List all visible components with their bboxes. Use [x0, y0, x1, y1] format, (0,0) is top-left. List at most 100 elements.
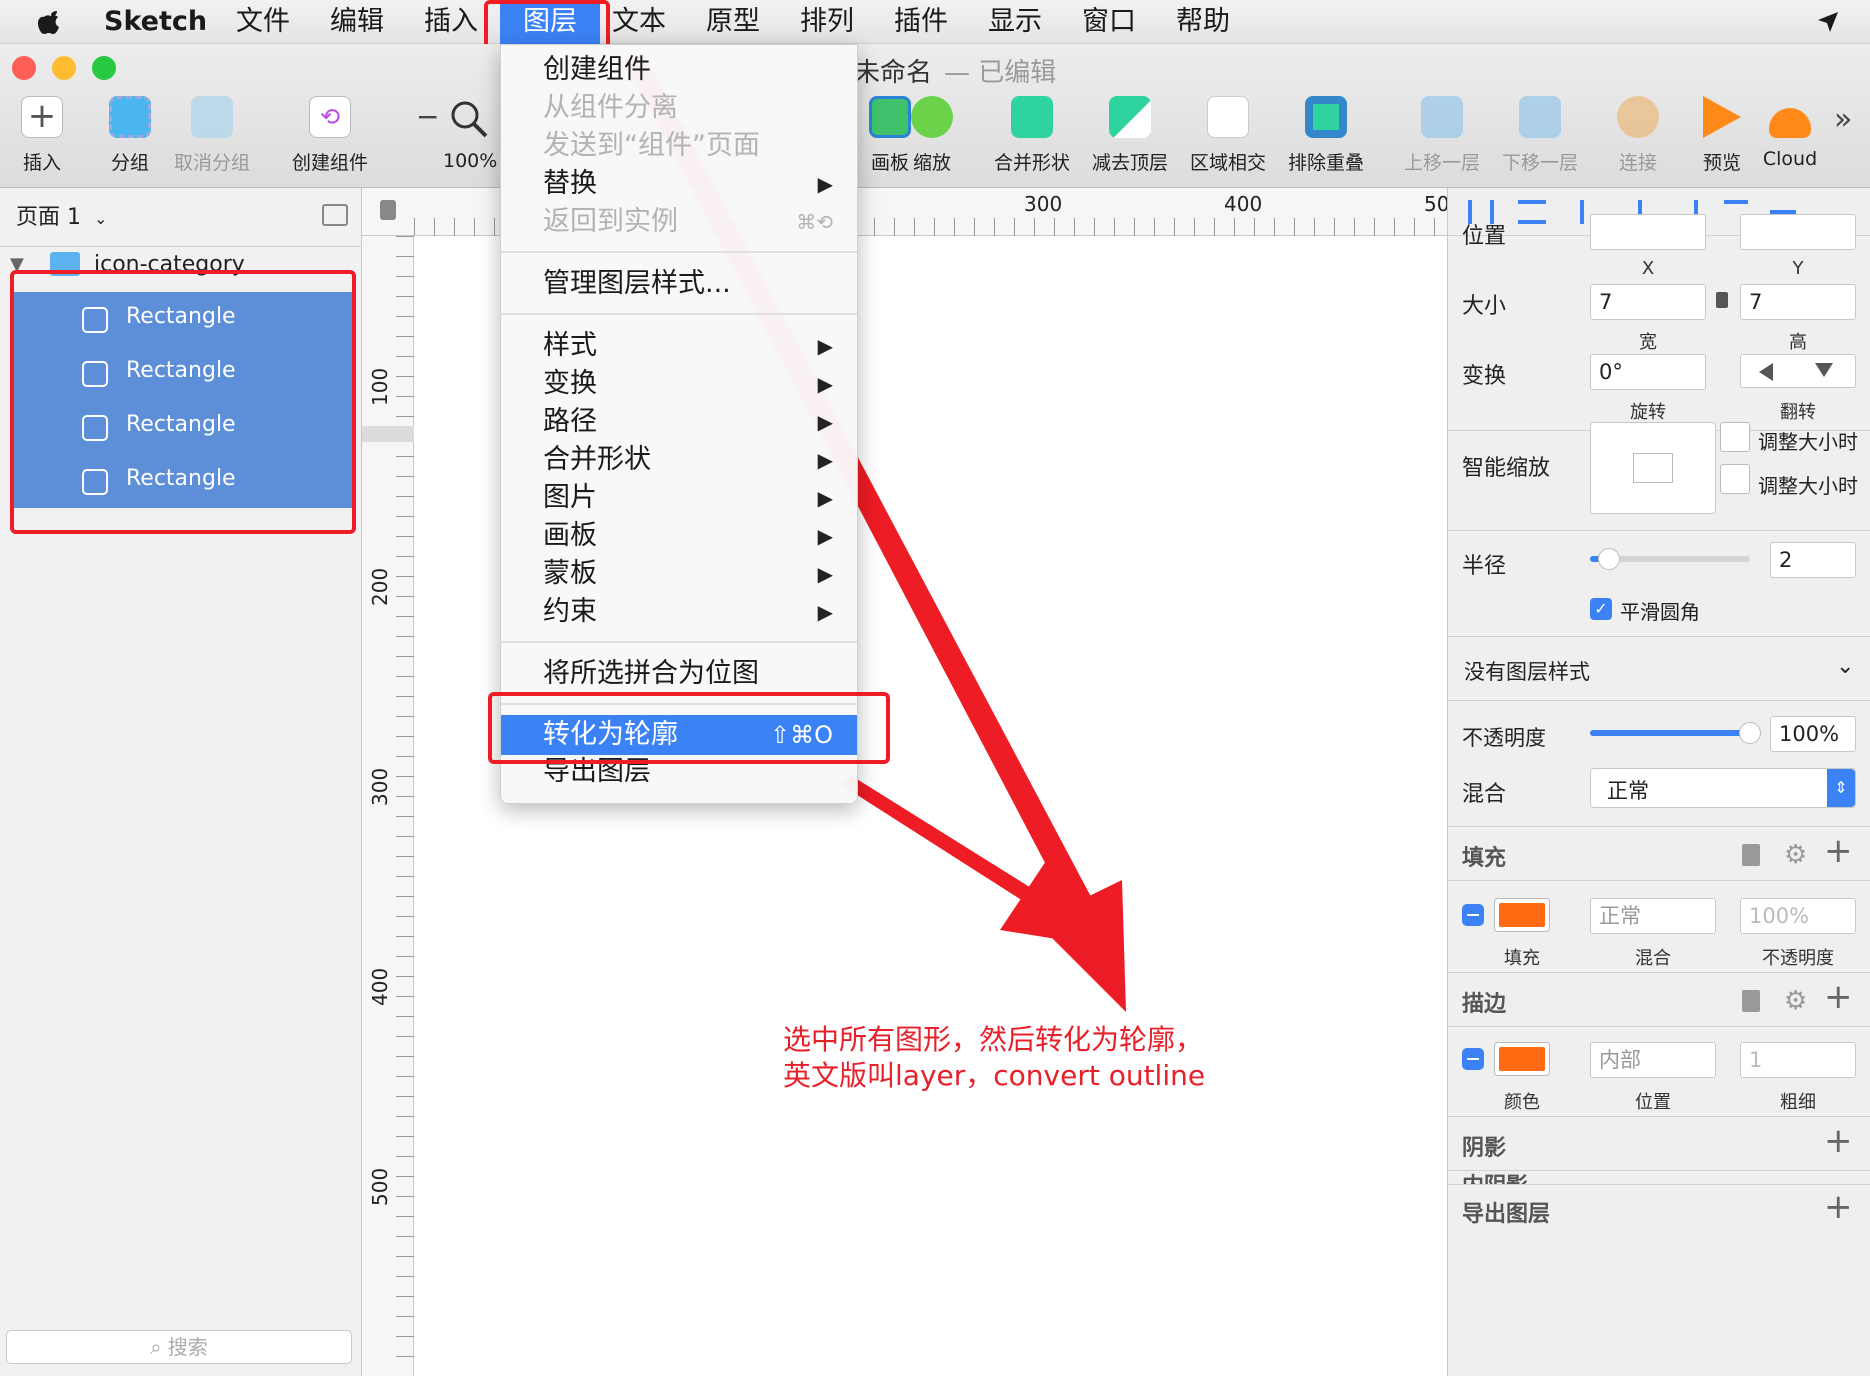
divider [1448, 636, 1870, 637]
divider [1448, 880, 1870, 881]
inner-shadows-header-clip: 内阴影 [1448, 1170, 1870, 1184]
gear-icon[interactable]: ⚙ [1784, 986, 1807, 1016]
menu-item-reset-to-instance: 返回到实例 [543, 206, 678, 237]
radius-slider[interactable] [1590, 548, 1750, 570]
flip-buttons[interactable] [1740, 354, 1856, 388]
fix-height-toggle[interactable] [1720, 464, 1750, 494]
y-label: Y [1792, 258, 1804, 279]
border-thickness-input[interactable]: 1 [1740, 1042, 1856, 1078]
blend-label: 混合 [1462, 782, 1507, 807]
transform-label: 变换 [1462, 364, 1507, 389]
menu-item-constraints[interactable]: 约束 [543, 595, 597, 629]
layer-style-dropdown[interactable]: 没有图层样式 ⌄ [1448, 638, 1870, 700]
fill-opacity-input[interactable]: 100% [1740, 898, 1856, 934]
trash-icon[interactable] [1742, 990, 1760, 1012]
menu-item-path[interactable]: 路径 [543, 405, 597, 439]
convert-outline-highlight-box [488, 692, 890, 764]
add-shadow-icon[interactable]: + [1824, 1124, 1853, 1158]
divider [1448, 972, 1870, 973]
submenu-arrow-icon: ▶ [817, 562, 833, 586]
opacity-slider[interactable] [1590, 722, 1761, 744]
menu-item-image[interactable]: 图片 [543, 481, 597, 515]
fix-width-toggle[interactable] [1720, 422, 1750, 452]
border-color [1499, 1047, 1545, 1071]
flip-vertical-icon[interactable] [1815, 363, 1833, 377]
submenu-arrow-icon: ▶ [817, 524, 833, 548]
fill-opacity-label: 不透明度 [1762, 948, 1834, 969]
blend-mode-value: 正常 [1607, 779, 1649, 803]
gear-icon[interactable]: ⚙ [1784, 840, 1807, 870]
divider [1448, 1116, 1870, 1117]
lock-ratio-icon[interactable] [1716, 292, 1728, 308]
fill-toggle[interactable] [1462, 904, 1484, 926]
submenu-arrow-icon: ▶ [817, 410, 833, 434]
divider [1448, 530, 1870, 531]
border-toggle[interactable] [1462, 1048, 1484, 1070]
border-thickness-label: 粗细 [1780, 1092, 1816, 1113]
borders-header: 描边 [1462, 992, 1507, 1017]
opacity-input[interactable]: 100% [1770, 716, 1856, 752]
menu-item-detach-symbol: 从组件分离 [543, 92, 678, 123]
menu-item-create-symbol[interactable]: 创建组件 [543, 53, 651, 87]
radius-input[interactable]: 2 [1770, 542, 1856, 578]
flip-horizontal-icon[interactable] [1759, 363, 1773, 381]
menu-item-manage-layer-styles[interactable]: 管理图层样式... [543, 267, 731, 301]
chevron-down-icon: ⌄ [1836, 654, 1855, 679]
menu-item-combine[interactable]: 合并形状 [543, 443, 651, 477]
submenu-arrow-icon: ▶ [817, 372, 833, 396]
border-color-label: 颜色 [1504, 1092, 1540, 1113]
divider [1448, 1026, 1870, 1027]
fill-color [1499, 903, 1545, 927]
add-border-icon[interactable]: + [1824, 980, 1853, 1014]
fill-color-swatch[interactable] [1494, 898, 1550, 932]
menu-item-mask[interactable]: 蒙板 [543, 557, 597, 591]
width-input[interactable]: 7 [1590, 284, 1706, 320]
fill-blend-select[interactable]: 正常 [1590, 898, 1716, 934]
position-x-input[interactable] [1590, 214, 1706, 250]
border-color-swatch[interactable] [1494, 1042, 1550, 1076]
trash-icon[interactable] [1742, 844, 1760, 866]
fills-header: 填充 [1462, 846, 1507, 871]
opacity-slider-knob[interactable] [1739, 722, 1761, 744]
rotation-input[interactable]: 0° [1590, 354, 1706, 390]
border-position-label: 位置 [1635, 1092, 1671, 1113]
inspector-panel: 位置 X Y 大小 7 7 宽 高 变换 0° 旋转 翻转 智能缩放 调整大小时… [1447, 188, 1870, 1376]
blend-mode-select[interactable]: 正常 ⇕ [1590, 768, 1856, 808]
shadows-header: 阴影 [1462, 1136, 1507, 1161]
fill-blend-label: 混合 [1635, 948, 1671, 969]
resizing-constraints-widget[interactable] [1590, 422, 1716, 514]
menu-separator [501, 641, 857, 643]
menu-item-transform[interactable]: 变换 [543, 367, 597, 401]
menu-separator [501, 251, 857, 253]
radius-label: 半径 [1462, 554, 1507, 579]
divider [1448, 700, 1870, 701]
fix-width-label: 调整大小时 [1758, 430, 1858, 454]
position-y-input[interactable] [1740, 214, 1856, 250]
select-stepper-icon: ⇕ [1827, 769, 1855, 807]
size-label: 大小 [1462, 294, 1507, 319]
inner-shadows-header: 内阴影 [1462, 1170, 1528, 1184]
distribute-vertical-icon[interactable] [1518, 200, 1546, 224]
fix-height-label: 调整大小时 [1758, 474, 1858, 498]
add-fill-icon[interactable]: + [1824, 834, 1853, 868]
divider [1448, 826, 1870, 827]
menu-shortcut: ⌘⟲ [796, 210, 833, 234]
submenu-arrow-icon: ▶ [817, 486, 833, 510]
export-header: 导出图层 [1462, 1202, 1551, 1227]
add-export-icon[interactable]: + [1824, 1190, 1853, 1224]
smooth-corners-checkbox[interactable]: ✓ [1590, 598, 1612, 620]
submenu-arrow-icon: ▶ [817, 172, 833, 196]
layer-style-label: 没有图层样式 [1464, 660, 1590, 684]
menu-item-replace[interactable]: 替换 [543, 167, 597, 201]
border-position-select[interactable]: 内部 [1590, 1042, 1716, 1078]
radius-slider-knob[interactable] [1598, 548, 1621, 570]
menu-item-flatten-to-bitmap[interactable]: 将所选拼合为位图 [543, 657, 759, 691]
menu-item-artboard[interactable]: 画板 [543, 519, 597, 553]
submenu-arrow-icon: ▶ [817, 600, 833, 624]
menu-item-style[interactable]: 样式 [543, 329, 597, 363]
opacity-label: 不透明度 [1462, 726, 1546, 750]
smooth-corners-label: 平滑圆角 [1620, 600, 1700, 624]
height-input[interactable]: 7 [1740, 284, 1856, 320]
width-label: 宽 [1639, 332, 1657, 353]
opacity-slider-fill [1590, 730, 1750, 736]
